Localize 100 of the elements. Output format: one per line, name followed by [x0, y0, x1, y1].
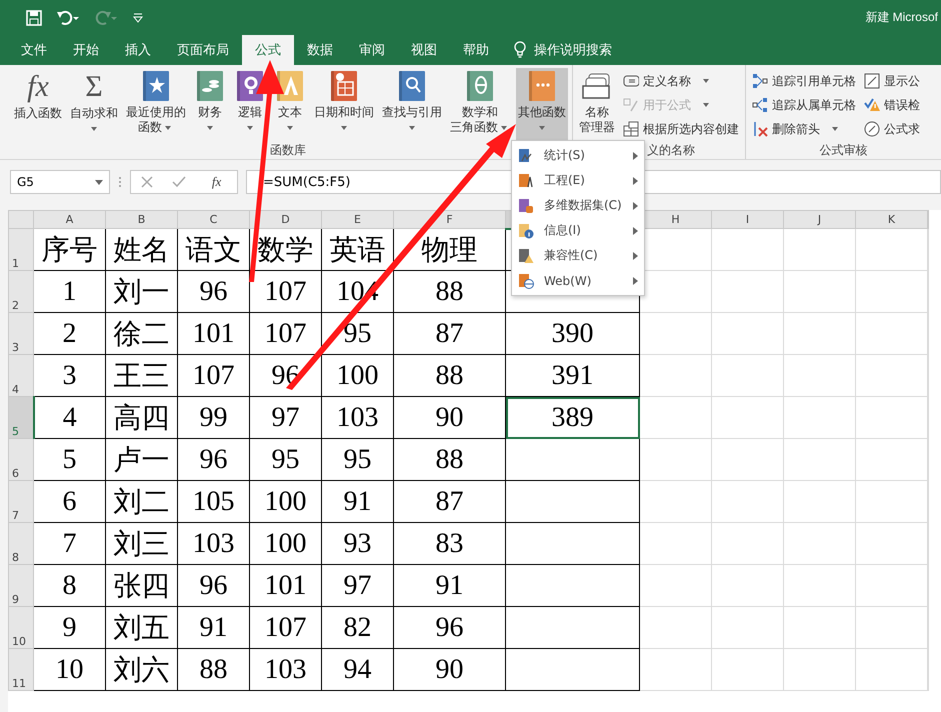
menu-item[interactable]: 统计(S)	[512, 143, 644, 168]
row-header[interactable]: 10	[8, 606, 34, 648]
submenu-arrow-icon	[633, 202, 638, 210]
ribbon-button[interactable]: 公式求	[862, 118, 922, 140]
ribbon-tab[interactable]: 数据	[294, 35, 346, 65]
ribbon-button[interactable]: 删除箭头	[750, 118, 858, 140]
column-header[interactable]: B	[106, 210, 178, 228]
table-cell: 2	[34, 312, 106, 354]
table-cell: 徐二	[106, 312, 178, 354]
ribbon-button[interactable]: fx 插入函数	[12, 68, 64, 140]
table-cell: 95	[322, 438, 394, 480]
submenu-arrow-icon	[633, 276, 638, 284]
table-cell: 97	[322, 564, 394, 606]
ribbon-button[interactable]: 错误检	[862, 94, 922, 116]
undo-icon[interactable]	[56, 10, 80, 26]
ribbon-button[interactable]: 追踪引用单元格	[750, 70, 858, 92]
ribbon-tab[interactable]: 视图	[398, 35, 450, 65]
row-header[interactable]: 7	[8, 480, 34, 522]
ribbon-button[interactable]: 其他函数	[516, 68, 568, 140]
name-box[interactable]: G5	[10, 170, 110, 194]
column-header[interactable]: K	[856, 210, 928, 228]
table-cell: 姓名	[106, 228, 178, 270]
table-cell: 91	[178, 606, 250, 648]
column-header[interactable]: F	[394, 210, 506, 228]
save-icon[interactable]	[26, 10, 42, 26]
table-cell: 刘二	[106, 480, 178, 522]
table-cell: 1	[34, 270, 106, 312]
column-header[interactable]: I	[712, 210, 784, 228]
table-cell: 高四	[106, 396, 178, 438]
column-header[interactable]: C	[178, 210, 250, 228]
ribbon-button[interactable]: 显示公	[862, 70, 922, 92]
customize-icon[interactable]	[132, 12, 144, 22]
table-cell: 103	[250, 648, 322, 690]
warning-book-icon	[518, 248, 534, 264]
window-title: 新建 Microsof	[865, 9, 938, 26]
table-cell: 101	[178, 312, 250, 354]
table-cell: 刘五	[106, 606, 178, 648]
ribbon-tab[interactable]: 公式	[242, 35, 294, 65]
compass-book-icon	[518, 172, 534, 188]
info-book-icon	[518, 222, 534, 238]
menu-item[interactable]: 兼容性(C)	[512, 243, 644, 268]
table-cell: 93	[322, 522, 394, 564]
table-cell: 5	[34, 438, 106, 480]
check-icon[interactable]	[172, 176, 186, 188]
ribbon-tab[interactable]: 插入	[112, 35, 164, 65]
column-header[interactable]: J	[784, 210, 856, 228]
ribbon-tab[interactable]: 文件	[8, 35, 60, 65]
row-header[interactable]: 5	[8, 396, 34, 438]
ribbon-tab[interactable]: 开始	[60, 35, 112, 65]
row-header[interactable]: 11	[8, 648, 34, 690]
table-cell: 100	[250, 480, 322, 522]
ribbon-tab[interactable]: 帮助	[450, 35, 502, 65]
table-cell: 88	[394, 354, 506, 396]
table-cell: 刘六	[106, 648, 178, 690]
book-icon	[464, 70, 496, 102]
row-header[interactable]: 8	[8, 522, 34, 564]
row-header[interactable]: 6	[8, 438, 34, 480]
cube-book-icon	[518, 198, 534, 214]
table-cell: 83	[394, 522, 506, 564]
ribbon-button[interactable]: 日期和时间	[312, 68, 376, 140]
table-cell: 107	[250, 606, 322, 648]
ribbon-button[interactable]: 定义名称	[621, 70, 741, 92]
caret-icon[interactable]	[95, 180, 103, 184]
submenu-arrow-icon	[633, 226, 638, 234]
table-cell: 100	[250, 522, 322, 564]
column-header[interactable]: D	[250, 210, 322, 228]
group-label: 义的名称	[647, 142, 695, 159]
column-header[interactable]: E	[322, 210, 394, 228]
ribbon-button[interactable]: Σ 自动求和	[68, 68, 120, 140]
book-icon	[194, 70, 226, 102]
ribbon-tab[interactable]: 审阅	[346, 35, 398, 65]
table-cell: 96	[178, 564, 250, 606]
table-cell: 3	[34, 354, 106, 396]
ribbon-button[interactable]: 最近使用的 函数	[124, 68, 188, 140]
ribbon-tab[interactable]: 页面布局	[164, 35, 242, 65]
ribbon-button[interactable]: 查找与引用	[380, 68, 444, 140]
table-cell: 390	[506, 312, 640, 354]
row-header[interactable]: 1	[8, 228, 34, 270]
web-book-icon	[518, 272, 534, 288]
table-cell: 105	[178, 480, 250, 522]
table-cell: 99	[178, 396, 250, 438]
table-cell: 张四	[106, 564, 178, 606]
insert-function-button[interactable]: fx	[206, 173, 228, 191]
table-cell: 8	[34, 564, 106, 606]
menu-item[interactable]: Web(W)	[512, 268, 644, 293]
column-header[interactable]: A	[34, 210, 106, 228]
search-label[interactable]: 操作说明搜索	[534, 41, 612, 59]
ribbon-button[interactable]: 名称 管理器	[577, 68, 617, 140]
ribbon-button[interactable]: 根据所选内容创建	[621, 118, 741, 140]
row-header[interactable]: 4	[8, 354, 34, 396]
trace-arrow-icon	[752, 97, 768, 113]
table-cell: 103	[178, 522, 250, 564]
row-header[interactable]: 9	[8, 564, 34, 606]
menu-item[interactable]: 工程(E)	[512, 168, 644, 193]
ribbon-button[interactable]: 财务	[192, 68, 228, 140]
row-header[interactable]: 3	[8, 312, 34, 354]
remove-arrows-icon	[752, 121, 768, 137]
row-header[interactable]: 2	[8, 270, 34, 312]
ribbon-button[interactable]: 追踪从属单元格	[750, 94, 858, 116]
lightbulb-icon	[514, 41, 526, 59]
